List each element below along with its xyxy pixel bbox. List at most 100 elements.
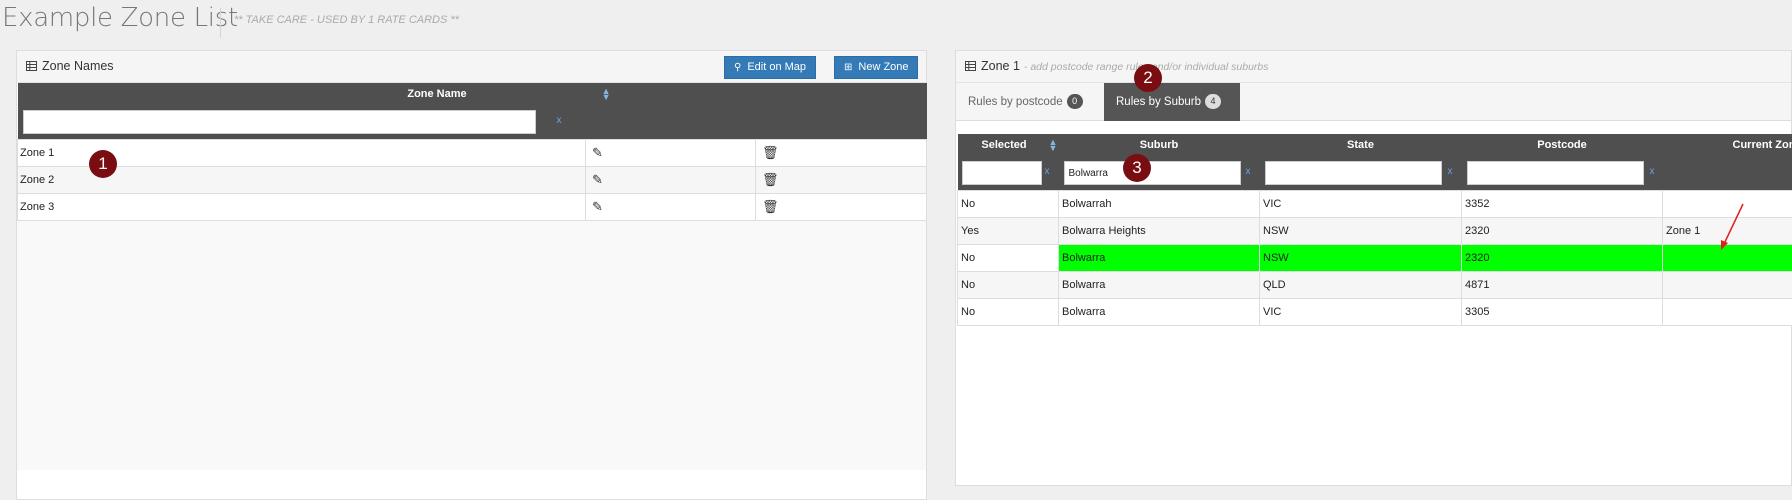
page-title: Example Zone List — [2, 3, 238, 33]
header-label: Selected — [981, 139, 1027, 151]
edit-cell: ✎ — [585, 138, 756, 167]
postcode-filter-input[interactable] — [1466, 161, 1644, 185]
suburb-cell: Bolwarra — [1058, 297, 1260, 326]
new-zone-label: New Zone — [858, 61, 909, 73]
step-marker-2: 2 — [1134, 64, 1162, 92]
edit-cell: ✎ — [585, 165, 756, 194]
annotation-arrow — [1721, 203, 1744, 250]
selected-cell[interactable]: No — [957, 243, 1059, 272]
header-label: State — [1347, 139, 1374, 151]
postcode-cell: 3305 — [1461, 297, 1663, 326]
tab-rules-by-postcode[interactable]: Rules by postcode 0 — [956, 83, 1104, 121]
postcode-cell: 2320 — [1461, 243, 1663, 272]
table-row[interactable]: Zone 1 ✎ 🗑 — [17, 138, 927, 167]
zone-cell — [1662, 297, 1792, 326]
edit-pencil-icon[interactable]: ✎ — [592, 172, 603, 187]
edit-pencil-icon[interactable]: ✎ — [592, 145, 603, 160]
suburb-filter-cell: x — [1058, 156, 1260, 190]
zone-name-filter-input[interactable] — [22, 110, 536, 134]
state-filter-cell: x — [1259, 156, 1462, 190]
tab-label: Rules by Suburb — [1116, 96, 1202, 108]
edit-pencil-icon[interactable]: ✎ — [592, 199, 603, 214]
rules-tabs: Rules by postcode 0 Rules by Suburb 4 — [956, 83, 1791, 121]
state-cell: NSW — [1259, 243, 1462, 272]
table-empty-area — [17, 221, 926, 470]
count-badge: 4 — [1205, 94, 1222, 109]
zone-names-panel: Zone Names ⚲ Edit on Map ⊞ New Zone Zone N… — [16, 50, 927, 500]
clear-filter-button[interactable]: x — [557, 115, 562, 126]
table-grid-icon — [26, 61, 37, 71]
table-row[interactable]: No Bolwarra VIC 3305 — [957, 297, 1792, 326]
table-row[interactable]: Zone 3 ✎ 🗑 — [17, 192, 927, 221]
zone-rules-heading: Zone 1- add postcode range rules and/or … — [956, 51, 1791, 83]
header-label: Current Zone — [1732, 139, 1792, 151]
selected-cell[interactable]: Yes — [957, 216, 1059, 245]
zone-names-heading: Zone Names ⚲ Edit on Map ⊞ New Zone — [17, 51, 926, 83]
step-marker-1: 1 — [89, 150, 117, 178]
zone-names-title: Zone Names — [26, 59, 114, 73]
table-row[interactable]: No Bolwarra QLD 4871 — [957, 270, 1792, 299]
zone-name-cell[interactable]: Zone 3 — [17, 192, 586, 221]
selected-cell[interactable]: No — [957, 297, 1059, 326]
zone-filter-cell — [1662, 156, 1792, 190]
postcode-cell: 2320 — [1461, 216, 1663, 245]
state-cell: QLD — [1259, 270, 1462, 299]
table-row-highlighted[interactable]: No Bolwarra NSW 2320 — [957, 243, 1792, 272]
edit-on-map-button[interactable]: ⚲ Edit on Map — [724, 56, 816, 79]
table-row[interactable]: Yes Bolwarra Heights NSW 2320 Zone 1 — [957, 216, 1792, 245]
tab-label: Rules by postcode — [968, 96, 1063, 108]
clear-filter-button[interactable]: x — [1448, 166, 1453, 177]
suburb-cell: Bolwarra — [1058, 243, 1260, 272]
current-zone-header[interactable]: Current Zone — [1662, 134, 1792, 156]
state-filter-input[interactable] — [1264, 161, 1442, 185]
table-grid-icon — [965, 61, 976, 71]
suburb-header[interactable]: Suburb — [1058, 134, 1260, 156]
postcode-header[interactable]: Postcode — [1461, 134, 1663, 156]
postcode-filter-cell: x — [1461, 156, 1663, 190]
edit-cell: ✎ — [585, 192, 756, 221]
zone-rules-panel: Zone 1- add postcode range rules and/or … — [955, 50, 1792, 486]
zone-cell — [1662, 270, 1792, 299]
suburb-cell: Bolwarra — [1058, 270, 1260, 299]
selected-header[interactable]: Selected ▲ ▼ — [957, 134, 1059, 156]
suburb-table: Selected ▲ ▼ Suburb State Postcode Current… — [957, 134, 1792, 326]
new-zone-button[interactable]: ⊞ New Zone — [834, 56, 918, 79]
selected-filter-input[interactable] — [961, 161, 1042, 185]
zone-rules-title: Zone 1- add postcode range rules and/or … — [965, 59, 1269, 73]
header-label: Suburb — [1139, 139, 1179, 151]
zone-name-header-label: Zone Name — [407, 88, 467, 100]
selected-cell[interactable]: No — [957, 270, 1059, 299]
clear-filter-button[interactable]: x — [1650, 166, 1655, 177]
selected-cell[interactable]: No — [957, 189, 1059, 218]
clear-filter-button[interactable]: x — [1246, 166, 1251, 177]
tab-rules-by-suburb[interactable]: Rules by Suburb 4 — [1104, 83, 1240, 121]
postcode-cell: 3352 — [1461, 189, 1663, 218]
state-cell: VIC — [1259, 189, 1462, 218]
state-header[interactable]: State — [1259, 134, 1462, 156]
zone-filter-row: x — [17, 105, 927, 139]
count-badge: 0 — [1066, 94, 1083, 109]
clear-filter-button[interactable]: x — [1045, 166, 1050, 177]
state-cell: NSW — [1259, 216, 1462, 245]
suburb-filter-input[interactable] — [1063, 161, 1241, 185]
state-cell: VIC — [1259, 297, 1462, 326]
page-subtitle: ** TAKE CARE - USED BY 1 RATE CARDS ** — [234, 14, 459, 26]
delete-cell: 🗑 — [755, 192, 927, 221]
zone-name-header[interactable]: Zone Name ▲ ▼ — [17, 83, 927, 105]
postcode-cell: 4871 — [1461, 270, 1663, 299]
zone-table: Zone Name ▲ ▼ x Zone 1 ✎ 🗑 Zone 2 ✎ 🗑 Zon… — [17, 83, 927, 221]
page-header: Example Zone List ** TAKE CARE - USED BY… — [0, 0, 1792, 44]
delete-cell: 🗑 — [755, 138, 927, 167]
trash-icon[interactable]: 🗑 — [762, 199, 779, 214]
zone-rules-title-text: Zone 1 — [981, 59, 1020, 73]
sort-icon[interactable]: ▲ ▼ — [1049, 138, 1058, 153]
sort-icon[interactable]: ▲ ▼ — [602, 87, 611, 102]
suburb-cell: Bolwarra Heights — [1058, 216, 1260, 245]
trash-icon[interactable]: 🗑 — [762, 145, 779, 160]
table-row[interactable]: No Bolwarrah VIC 3352 — [957, 189, 1792, 218]
trash-icon[interactable]: 🗑 — [762, 172, 779, 187]
edit-on-map-label: Edit on Map — [747, 61, 807, 73]
table-row[interactable]: Zone 2 ✎ 🗑 — [17, 165, 927, 194]
suburb-cell: Bolwarrah — [1058, 189, 1260, 218]
header-label: Postcode — [1537, 139, 1587, 151]
